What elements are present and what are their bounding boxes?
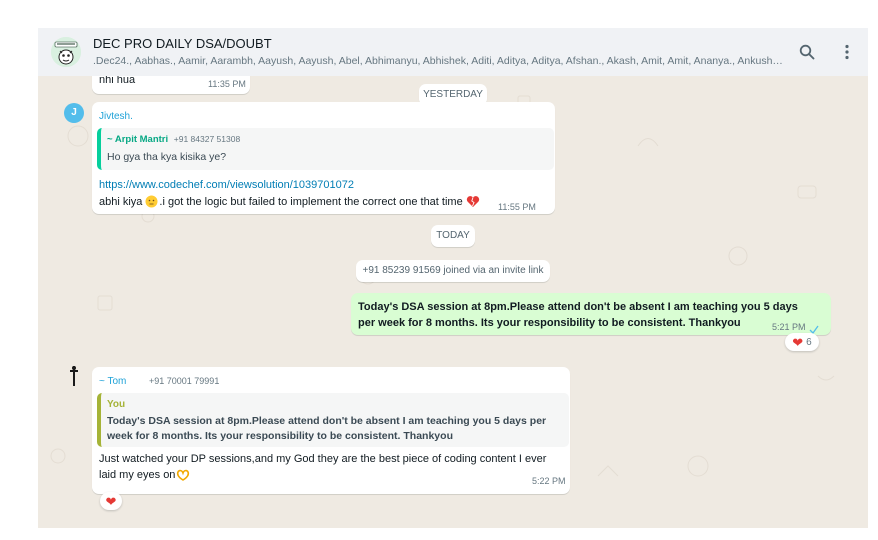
emoji-face-icon bbox=[145, 195, 158, 208]
sender-phone: +91 70001 79991 bbox=[149, 376, 220, 386]
quote-text-line1: Today's DSA session at 8pm.Please attend… bbox=[107, 415, 547, 427]
message-time: 11:35 PM bbox=[208, 79, 246, 89]
quoted-message[interactable]: ~ Arpit Mantri +91 84327 51308 Ho gya th… bbox=[97, 128, 554, 170]
search-icon[interactable] bbox=[796, 41, 818, 63]
chat-header[interactable]: DEC PRO DAILY DSA/DOUBT .Dec24., Aabhas.… bbox=[38, 28, 868, 76]
quote-text: Ho gya tha kya kisika ye? bbox=[107, 151, 227, 163]
more-vertical-icon[interactable] bbox=[836, 41, 858, 63]
reaction-badge[interactable]: ❤ 6 bbox=[785, 333, 819, 351]
heart-icon: ❤ bbox=[792, 334, 804, 350]
message-link[interactable]: https://www.codechef.com/viewsolution/10… bbox=[99, 179, 354, 191]
group-members[interactable]: .Dec24., Aabhas., Aamir, Aarambh, Aayush… bbox=[93, 55, 783, 67]
heart-icon: ❤ bbox=[105, 493, 117, 509]
message-text-line1: Today's DSA session at 8pm.Please attend… bbox=[358, 301, 798, 313]
quoted-message[interactable]: You Today's DSA session at 8pm.Please at… bbox=[97, 393, 569, 447]
message-time: 5:22 PM bbox=[532, 476, 566, 486]
message-time: 11:55 PM bbox=[498, 202, 536, 212]
reaction-count: 6 bbox=[806, 336, 812, 348]
message-text: nhi hua bbox=[99, 76, 136, 86]
reaction-badge[interactable]: ❤ bbox=[100, 492, 122, 510]
quote-author: ~ Arpit Mantri bbox=[107, 134, 169, 145]
message-bubble[interactable]: nhi hua 11:35 PM bbox=[92, 76, 250, 94]
message-text-line2: laid my eyes on bbox=[99, 469, 190, 481]
heart-hands-icon bbox=[176, 469, 190, 481]
group-avatar-icon[interactable] bbox=[51, 37, 81, 67]
sender-avatar[interactable]: J bbox=[64, 103, 84, 123]
broken-heart-icon bbox=[466, 195, 480, 208]
message-time: 5:21 PM bbox=[772, 322, 806, 332]
quote-phone: +91 84327 51308 bbox=[173, 134, 241, 144]
message-bubble-jivtesh[interactable]: Jivtesh. ~ Arpit Mantri +91 84327 51308 … bbox=[92, 102, 555, 214]
message-text: abhi kiya .i got the logic but failed to… bbox=[99, 195, 480, 208]
whatsapp-window: DEC PRO DAILY DSA/DOUBT .Dec24., Aabhas.… bbox=[38, 28, 868, 528]
message-bubble-outgoing[interactable]: Today's DSA session at 8pm.Please attend… bbox=[351, 293, 831, 335]
quote-text-line2: week for 8 months. Its your responsibili… bbox=[107, 430, 453, 442]
group-title[interactable]: DEC PRO DAILY DSA/DOUBT bbox=[93, 36, 272, 51]
avatar-letter: J bbox=[71, 107, 77, 118]
message-text-line2: per week for 8 months. Its your responsi… bbox=[358, 317, 741, 329]
sender-name[interactable]: ~ Tom bbox=[99, 376, 126, 387]
sender-name[interactable]: Jivtesh. bbox=[99, 111, 133, 122]
message-bubble-tom[interactable]: ~ Tom +91 70001 79991 You Today's DSA se… bbox=[92, 367, 570, 494]
date-divider-today: TODAY bbox=[431, 225, 475, 247]
quote-author: You bbox=[107, 399, 126, 410]
system-message: +91 85239 91569 joined via an invite lin… bbox=[356, 260, 550, 282]
chat-area[interactable]: nhi hua 11:35 PM YESTERDAY J Jivtesh. ~ … bbox=[38, 76, 868, 528]
message-text-line1: Just watched your DP sessions,and my God… bbox=[99, 453, 547, 465]
tom-avatar-icon[interactable] bbox=[67, 365, 81, 387]
